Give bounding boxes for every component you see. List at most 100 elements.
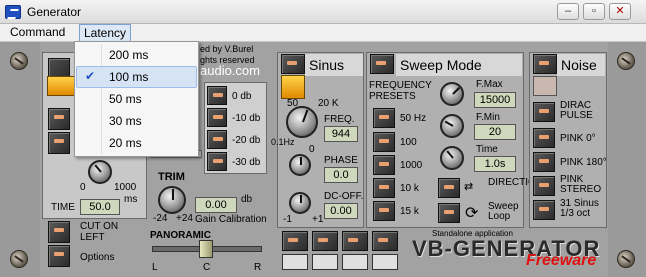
freq-knob[interactable] — [286, 106, 318, 138]
dc-offset-label: DC-OFF. — [324, 191, 364, 202]
pink-180-button[interactable] — [533, 152, 555, 172]
pink-0-button[interactable] — [533, 128, 555, 148]
sweep-loop-label: Sweep Loop — [488, 201, 519, 222]
preset-15k-button[interactable] — [373, 201, 395, 221]
pink-0-label: PINK 0° — [560, 133, 596, 144]
fmin-value[interactable]: 20 — [474, 124, 516, 140]
preset-10k-label: 10 k — [400, 183, 419, 194]
square-wave-icon — [372, 254, 398, 270]
sweep-button[interactable] — [370, 54, 394, 74]
latency-dropdown: 200 ms ✔ 100 ms 50 ms 30 ms 20 ms — [74, 41, 199, 157]
sinus-led — [281, 75, 305, 99]
gain-calibration-label: Gain Calibration — [195, 214, 267, 225]
pan-c: C — [203, 262, 211, 273]
time-knob-max: 1000 — [114, 182, 137, 193]
panoramic-slider[interactable] — [199, 240, 213, 258]
sinus-31-button[interactable] — [533, 200, 555, 220]
phase-knob[interactable] — [289, 154, 311, 176]
wave-sine-button[interactable] — [282, 231, 308, 251]
db-0-button[interactable] — [207, 86, 227, 105]
left-button-1[interactable] — [48, 108, 70, 130]
freq-value[interactable]: 944 — [324, 126, 358, 142]
screw-icon — [10, 250, 28, 268]
sweep-time-knob[interactable] — [440, 146, 464, 170]
screw-icon — [617, 250, 635, 268]
sweep-label: Sweep Mode — [396, 54, 522, 76]
time-knob[interactable] — [88, 160, 112, 184]
window-title: Generator — [27, 5, 82, 19]
preset-10k-button[interactable] — [373, 178, 395, 198]
sweep-time-label: Time — [476, 144, 498, 155]
db-30-label: -30 db — [232, 157, 261, 168]
freq-label: FREQ. — [324, 114, 355, 125]
preset-50hz-button[interactable] — [373, 108, 395, 128]
db-20-button[interactable] — [207, 130, 227, 149]
trim-value[interactable]: 0.00 — [195, 197, 237, 213]
freq-scale-high: 20 K — [318, 98, 339, 109]
db-10-label: -10 db — [232, 113, 261, 124]
sinus-button[interactable] — [281, 54, 305, 74]
credits-line-1: ed by V.Burel — [200, 44, 254, 54]
preset-15k-label: 15 k — [400, 206, 419, 217]
pink-stereo-button[interactable] — [533, 176, 555, 196]
trim-knob[interactable] — [158, 186, 186, 214]
wave-square-button[interactable] — [372, 231, 398, 251]
loop-icon: ⟳ — [465, 205, 479, 222]
app-icon[interactable] — [5, 5, 21, 19]
options-label: Options — [80, 252, 115, 263]
sweep-time-value[interactable]: 1.0s — [474, 156, 516, 172]
freeware-label: Freeware — [526, 252, 597, 269]
dc-min: -1 — [283, 214, 292, 225]
dirac-pulse-button[interactable] — [533, 102, 555, 122]
fmin-knob[interactable] — [440, 114, 464, 138]
dc-offset-knob[interactable] — [289, 192, 311, 214]
phase-value[interactable]: 0.0 — [324, 167, 358, 183]
minimize-button[interactable]: – — [557, 3, 579, 20]
sinus-label: Sinus — [305, 54, 363, 76]
fmax-value[interactable]: 15000 — [474, 92, 516, 108]
latency-20ms[interactable]: 20 ms — [75, 132, 198, 154]
noise-button[interactable] — [533, 54, 557, 74]
wave-saw-button[interactable] — [342, 231, 368, 251]
directions-button[interactable] — [438, 178, 460, 198]
db-10-button[interactable] — [207, 108, 227, 127]
pan-l: L — [152, 262, 158, 273]
wave-triangle-button[interactable] — [312, 231, 338, 251]
latency-50ms[interactable]: 50 ms — [75, 88, 198, 110]
phase-label: PHASE — [324, 155, 358, 166]
trim-min: -24 — [153, 213, 168, 224]
credits-line-3: audio.com — [200, 63, 260, 78]
time-value[interactable]: 50.0 — [80, 199, 120, 215]
dc-offset-value[interactable]: 0.00 — [324, 203, 358, 219]
fmax-label: F.Max — [476, 79, 503, 90]
fmax-knob[interactable] — [440, 82, 464, 106]
latency-200ms[interactable]: 200 ms — [75, 44, 198, 66]
sinus-31-label: 31 Sinus 1/3 oct — [560, 198, 599, 219]
left-button-2[interactable] — [48, 132, 70, 154]
cut-on-left-button[interactable] — [48, 221, 70, 243]
screw-icon — [10, 52, 28, 70]
saw-wave-icon — [342, 254, 368, 270]
cut-on-left-label: CUT ON LEFT — [80, 221, 119, 243]
power-led — [47, 76, 75, 96]
preset-1000-button[interactable] — [373, 155, 395, 175]
sweep-loop-button[interactable] — [438, 203, 460, 223]
preset-1000-label: 1000 — [400, 160, 423, 171]
triangle-wave-icon — [312, 254, 338, 270]
latency-100ms[interactable]: 100 ms — [75, 66, 198, 88]
pink-180-label: PINK 180° — [560, 157, 607, 168]
latency-30ms[interactable]: 30 ms — [75, 110, 198, 132]
menu-command[interactable]: Command — [6, 24, 69, 42]
preset-100-label: 100 — [400, 137, 417, 148]
preset-100-button[interactable] — [373, 132, 395, 152]
trim-max: +24 — [176, 213, 193, 224]
maximize-button[interactable]: ▫ — [583, 3, 605, 20]
time-knob-min: 0 — [80, 182, 86, 193]
noise-label: Noise — [557, 54, 605, 76]
preset-50hz-label: 50 Hz — [400, 113, 427, 124]
close-button[interactable]: ✕ — [609, 3, 631, 20]
options-button[interactable] — [48, 245, 70, 267]
db-30-button[interactable] — [207, 152, 227, 171]
menu-latency[interactable]: Latency — [79, 24, 132, 42]
trim-label: TRIM — [158, 171, 185, 183]
